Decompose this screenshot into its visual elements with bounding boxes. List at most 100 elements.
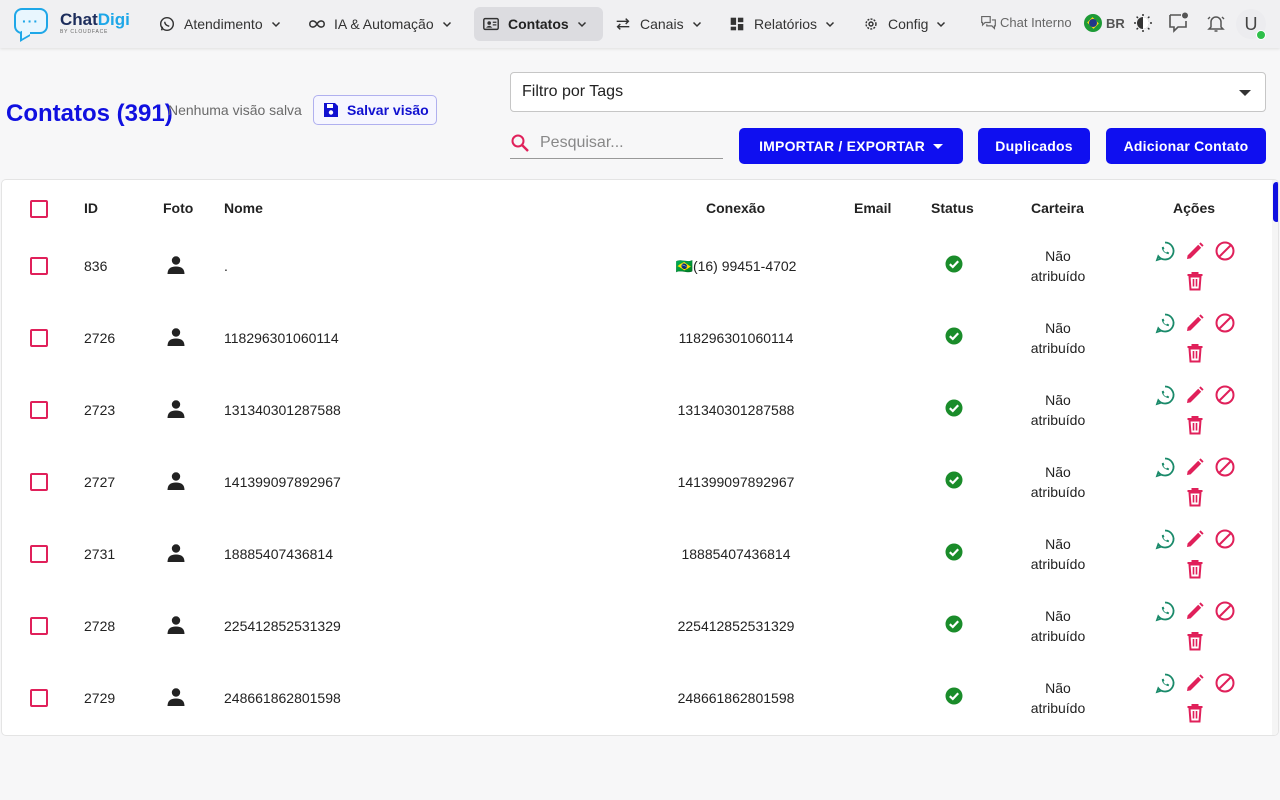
import-export-button[interactable]: IMPORTAR / EXPORTAR: [739, 128, 963, 164]
save-view-button[interactable]: Salvar visão: [313, 95, 437, 125]
whatsapp-icon[interactable]: [1154, 456, 1176, 478]
chat-bubbles-icon: [981, 15, 996, 30]
edit-pencil-icon[interactable]: [1184, 672, 1206, 694]
add-contact-button[interactable]: Adicionar Contato: [1106, 128, 1266, 164]
floppy-disk-icon: [324, 103, 338, 117]
whatsapp-icon[interactable]: [1154, 672, 1176, 694]
row-checkbox[interactable]: [30, 401, 48, 419]
caret-down-icon: [932, 143, 943, 149]
chevron-down-icon: [577, 21, 586, 28]
status-check-icon: [944, 398, 964, 418]
status-check-icon: [944, 614, 964, 634]
search-field[interactable]: [510, 128, 723, 159]
person-avatar-icon: [165, 542, 187, 564]
top-navbar: ··· ChatDigi BY CLOUDFACE Atendimento IA…: [0, 0, 1280, 48]
scrollbar-track[interactable]: [1272, 180, 1278, 735]
scrollbar-thumb[interactable]: [1273, 182, 1278, 222]
trash-icon[interactable]: [1184, 270, 1206, 292]
nav-atendimento[interactable]: Atendimento: [150, 7, 289, 41]
edit-pencil-icon[interactable]: [1184, 600, 1206, 622]
edit-pencil-icon[interactable]: [1184, 312, 1206, 334]
dropdown-arrow-icon: [1239, 90, 1251, 96]
status-check-icon: [944, 470, 964, 490]
wallet-line: atribuído: [1030, 412, 1086, 428]
whatsapp-icon[interactable]: [1154, 240, 1176, 262]
block-icon[interactable]: [1214, 240, 1236, 262]
row-checkbox[interactable]: [30, 257, 48, 275]
edit-pencil-icon[interactable]: [1184, 456, 1206, 478]
column-header-carteira: Carteira: [1031, 200, 1084, 216]
trash-icon[interactable]: [1184, 702, 1206, 724]
wallet-line: atribuído: [1030, 556, 1086, 572]
person-avatar-icon: [165, 614, 187, 636]
person-avatar-icon: [165, 470, 187, 492]
bell-icon[interactable]: [1206, 13, 1226, 33]
contact-name: .: [224, 258, 228, 274]
whatsapp-icon[interactable]: [1154, 312, 1176, 334]
nav-label: Contatos: [508, 16, 569, 32]
column-header-email: Email: [854, 200, 892, 216]
block-icon[interactable]: [1214, 672, 1236, 694]
wallet-line: Não: [1045, 608, 1071, 624]
block-icon[interactable]: [1214, 456, 1236, 478]
row-checkbox[interactable]: [30, 689, 48, 707]
trash-icon[interactable]: [1184, 414, 1206, 436]
contact-name: 141399097892967: [224, 474, 341, 490]
nav-label: Canais: [640, 16, 684, 32]
chevron-down-icon: [826, 21, 835, 28]
wallet-value: Não atribuído: [1013, 462, 1103, 502]
chevron-down-icon: [271, 21, 280, 28]
contact-connection: 248661862801598: [677, 690, 795, 706]
row-checkbox[interactable]: [30, 329, 48, 347]
contact-name: 131340301287588: [224, 402, 341, 418]
contact-name: 18885407436814: [224, 546, 334, 562]
message-notification-icon[interactable]: [1167, 11, 1189, 33]
trash-icon[interactable]: [1184, 486, 1206, 508]
nav-label: Relatórios: [754, 16, 818, 32]
block-icon[interactable]: [1214, 528, 1236, 550]
wallet-value: Não atribuído: [1013, 246, 1103, 286]
add-contact-label: Adicionar Contato: [1123, 138, 1249, 154]
block-icon[interactable]: [1214, 384, 1236, 406]
duplicates-button[interactable]: Duplicados: [978, 128, 1090, 164]
edit-pencil-icon[interactable]: [1184, 240, 1206, 262]
edit-pencil-icon[interactable]: [1184, 384, 1206, 406]
row-checkbox[interactable]: [30, 473, 48, 491]
nav-label: IA & Automação: [334, 16, 434, 32]
page-title: Contatos (391): [6, 100, 173, 127]
row-checkbox[interactable]: [30, 545, 48, 563]
nav-canais[interactable]: Canais: [606, 7, 710, 41]
brand-subtitle: BY CLOUDFACE: [60, 29, 109, 35]
search-input[interactable]: [540, 134, 710, 152]
nav-config[interactable]: Config: [854, 7, 954, 41]
contact-connection: 18885407436814: [681, 546, 791, 562]
dashboard-icon: [730, 17, 744, 31]
whatsapp-icon[interactable]: [1154, 600, 1176, 622]
tags-filter-label: Filtro por Tags: [522, 83, 624, 100]
wallet-line: atribuído: [1030, 700, 1086, 716]
edit-pencil-icon[interactable]: [1184, 528, 1206, 550]
language-selector[interactable]: BR: [1084, 14, 1125, 32]
block-icon[interactable]: [1214, 600, 1236, 622]
contact-id: 2729: [84, 690, 116, 706]
trash-icon[interactable]: [1184, 558, 1206, 580]
chatdigi-logo[interactable]: ··· ChatDigi BY CLOUDFACE: [14, 8, 136, 38]
trash-icon[interactable]: [1184, 342, 1206, 364]
trash-icon[interactable]: [1184, 630, 1206, 652]
block-icon[interactable]: [1214, 312, 1236, 334]
contact-name: 225412852531329: [224, 618, 341, 634]
row-checkbox[interactable]: [30, 617, 48, 635]
contact-id: 836: [84, 258, 108, 274]
tags-filter-select[interactable]: Filtro por Tags: [510, 72, 1266, 112]
duplicates-label: Duplicados: [995, 138, 1073, 154]
status-check-icon: [944, 686, 964, 706]
nav-relatorios[interactable]: Relatórios: [720, 7, 843, 41]
chat-interno-link[interactable]: Chat Interno: [980, 14, 1072, 31]
brand-name: ChatDigi: [60, 10, 130, 29]
nav-contatos[interactable]: Contatos: [474, 7, 603, 41]
select-all-checkbox[interactable]: [30, 200, 48, 218]
whatsapp-icon[interactable]: [1154, 384, 1176, 406]
nav-ia-automacao[interactable]: IA & Automação: [300, 7, 460, 41]
whatsapp-icon[interactable]: [1154, 528, 1176, 550]
theme-toggle-icon[interactable]: [1133, 13, 1153, 33]
